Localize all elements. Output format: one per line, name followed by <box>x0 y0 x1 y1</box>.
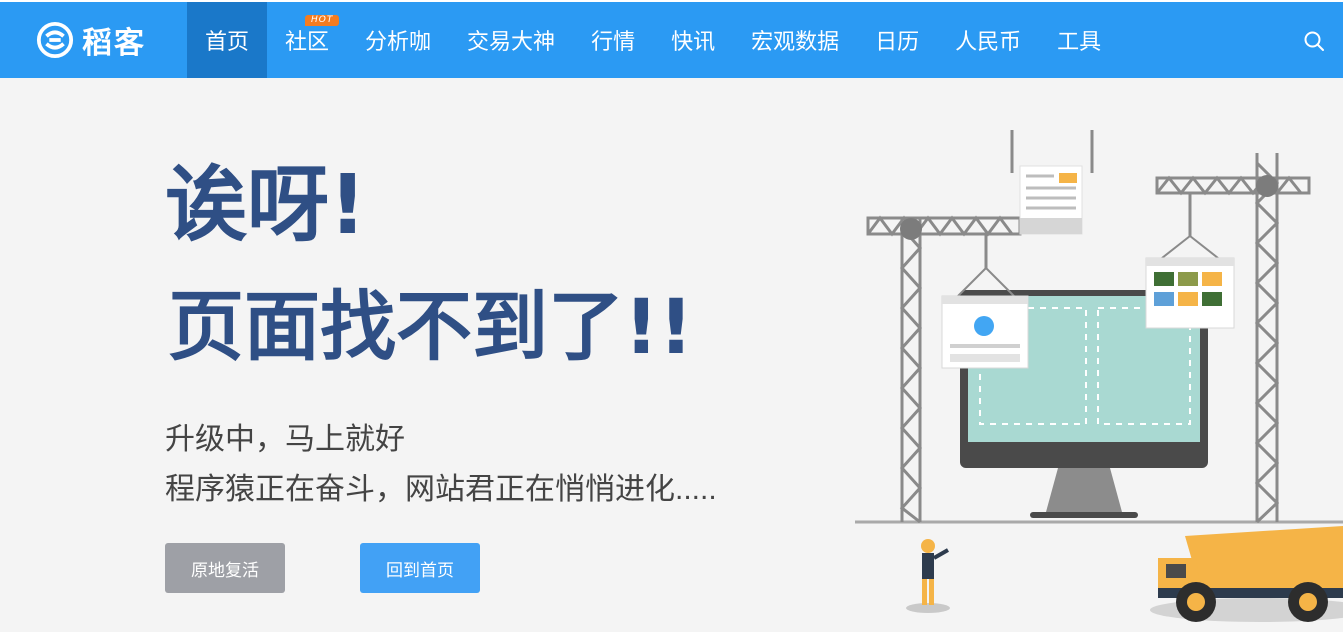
revive-button[interactable]: 原地复活 <box>165 543 285 593</box>
nav-item-newsflash[interactable]: 快讯 <box>653 2 733 78</box>
nav-item-label: 行情 <box>591 30 636 55</box>
nav-item-traders[interactable]: 交易大神 <box>449 2 573 78</box>
nav-item-label: 宏观数据 <box>751 30 840 55</box>
evolving-message: 程序猿正在奋斗，网站君正在悄悄进化..... <box>165 473 717 506</box>
search-icon[interactable] <box>1303 30 1325 52</box>
nav-item-calendar[interactable]: 日历 <box>857 2 937 78</box>
nav-item-label: 交易大神 <box>467 30 556 55</box>
error-page-content: 诶呀! 页面找不到了!! 升级中，马上就好 程序猿正在奋斗，网站君正在悄悄进化.… <box>0 78 1343 632</box>
nav-item-label: 分析咖 <box>365 30 432 55</box>
nav-item-label: 日历 <box>875 30 920 55</box>
upgrade-message: 升级中，马上就好 <box>165 423 405 456</box>
construction-illustration <box>855 130 1343 622</box>
headline-line-2: 页面找不到了!! <box>168 282 693 371</box>
site-logo[interactable]: 稻客 <box>36 20 146 61</box>
nav-item-community[interactable]: 社区 HOT <box>267 2 347 78</box>
hot-badge: HOT <box>305 15 340 26</box>
worker-figure <box>906 539 950 613</box>
headline-line-1: 诶呀! <box>165 158 366 253</box>
back-home-button[interactable]: 回到首页 <box>360 543 480 593</box>
nav-item-analysts[interactable]: 分析咖 <box>347 2 449 78</box>
nav-item-tools[interactable]: 工具 <box>1039 2 1119 78</box>
logo-text: 稻客 <box>82 26 146 61</box>
nav-item-label: 人民币 <box>955 30 1022 55</box>
nav-item-rmb[interactable]: 人民币 <box>937 2 1039 78</box>
nav-item-label: 工具 <box>1057 30 1102 55</box>
nav-item-macro-data[interactable]: 宏观数据 <box>733 2 857 78</box>
nav-item-label: 社区 <box>285 30 330 55</box>
logo-icon <box>36 21 74 59</box>
dump-truck <box>1150 526 1343 622</box>
nav-item-home[interactable]: 首页 <box>187 2 268 78</box>
error-headline: 诶呀! 页面找不到了!! <box>165 158 693 371</box>
nav-item-label: 快讯 <box>671 30 716 55</box>
top-navigation-bar: 稻客 首页 社区 HOT 分析咖 交易大神 行情 快讯 宏观数据 日历 人民币 … <box>0 0 1343 78</box>
nav-item-label: 首页 <box>205 30 250 55</box>
nav-item-market[interactable]: 行情 <box>573 2 653 78</box>
main-nav: 首页 社区 HOT 分析咖 交易大神 行情 快讯 宏观数据 日历 人民币 工具 <box>187 2 1119 78</box>
